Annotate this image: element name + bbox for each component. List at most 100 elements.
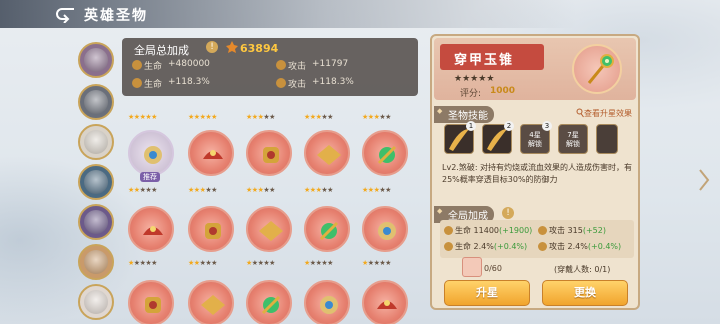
relic-tile[interactable] <box>304 130 350 176</box>
hero-avatar[interactable] <box>78 284 114 320</box>
scepter-icon <box>587 54 614 84</box>
stat-label: 生命 <box>144 62 163 72</box>
skill-level: 1 <box>466 121 476 131</box>
relic-stars: ★★★★★ <box>246 113 275 121</box>
skill-lock-text: 4星 解锁 <box>528 131 542 148</box>
relic-tile[interactable] <box>304 280 350 324</box>
relic-tile[interactable] <box>246 206 292 252</box>
skill-slot[interactable]: 1 <box>444 121 476 154</box>
relic-tile[interactable] <box>362 280 408 324</box>
relic-icon <box>319 221 339 241</box>
relic-icon <box>263 147 279 163</box>
hp-icon <box>132 78 142 88</box>
hp-icon <box>132 60 142 70</box>
attack-icon <box>538 226 547 235</box>
hp-icon <box>444 242 453 251</box>
detail-stat: 攻击 315(+52) <box>549 226 606 235</box>
relic-tile[interactable] <box>128 206 174 252</box>
relic-tile[interactable] <box>188 206 234 252</box>
wearer-count: (穿戴人数: 0/1) <box>554 265 611 274</box>
skill-slot[interactable]: 2 <box>482 121 514 154</box>
relic-stars: ★★★★★ <box>188 259 217 267</box>
back-arrow-icon[interactable] <box>54 5 76 23</box>
page-title: 英雄圣物 <box>84 8 148 24</box>
stat-label: 攻击 <box>288 62 307 72</box>
relic-stars: ★★★★★ <box>362 259 391 267</box>
relic-tile[interactable] <box>188 130 234 176</box>
relic-stars: ★★★★★ <box>304 259 333 267</box>
relic-icon <box>261 295 281 315</box>
relic-tile[interactable] <box>362 130 408 176</box>
skill-slot[interactable] <box>596 124 618 154</box>
stat-label: 攻击 <box>288 80 307 90</box>
info-icon[interactable]: ! <box>206 41 218 53</box>
relic-icon <box>201 295 225 315</box>
relic-stars: ★★★★★ <box>304 113 333 121</box>
hero-avatar[interactable] <box>78 244 114 280</box>
section-title-skills: 圣物技能 <box>434 106 494 123</box>
relic-stars: ★★★★★ <box>454 74 495 84</box>
relic-icon <box>259 221 283 241</box>
relic-stars: ★★★★★ <box>246 186 275 194</box>
skill-slot[interactable]: 4星 解锁 3 <box>520 121 552 154</box>
upgrade-effect-link[interactable]: 查看升星效果 <box>584 108 632 119</box>
relic-stars: ★★★★★ <box>128 259 157 267</box>
relic-icon <box>144 146 162 164</box>
relic-stars: ★★★★★ <box>128 113 157 121</box>
score-label: 评分: <box>460 89 482 99</box>
power-value: 63894 <box>240 42 279 55</box>
hero-avatar[interactable] <box>78 42 114 78</box>
skill-level: 2 <box>504 121 514 131</box>
relic-tile[interactable] <box>246 280 292 324</box>
relic-stars: ★★★★★ <box>128 186 157 194</box>
relic-tile[interactable] <box>362 206 408 252</box>
relic-icon <box>377 300 397 309</box>
replace-button[interactable]: 更换 <box>542 280 628 306</box>
global-bonus-panel: 全局总加成 ! 63894 生命 +480000 攻击 +11797 生命 +1… <box>122 38 418 96</box>
detail-stat: 攻击 2.4%(+0.4%) <box>549 242 622 251</box>
detail-stat: 生命 11400(+1900) <box>455 226 533 235</box>
relic-icon <box>378 222 396 240</box>
skill-level: 3 <box>542 121 552 131</box>
material-icon <box>462 257 482 277</box>
detail-stat: 生命 2.4%(+0.4%) <box>455 242 528 251</box>
relic-stars: ★★★★★ <box>304 186 333 194</box>
hero-avatar[interactable] <box>78 84 114 120</box>
relic-stars: ★★★★★ <box>246 259 275 267</box>
attack-icon <box>276 78 286 88</box>
hero-avatar[interactable] <box>78 164 114 200</box>
stat-value: +118.3% <box>312 77 354 87</box>
relic-stars: ★★★★★ <box>188 113 217 121</box>
stat-value: +480000 <box>168 59 210 69</box>
relic-stars: ★★★★★ <box>362 186 391 194</box>
hero-avatar[interactable] <box>78 204 114 240</box>
skill-lock-text: 7星 解锁 <box>566 131 580 148</box>
relic-portrait <box>572 44 622 94</box>
relic-icon <box>377 145 397 165</box>
relic-tile[interactable] <box>128 130 174 176</box>
skill-description: Lv2.煞破: 对持有灼烧或流血效果的人造成伤害时，有25%概率穿透目标30%的… <box>442 163 633 184</box>
relic-icon <box>320 296 338 314</box>
recommend-badge: 推荐 <box>140 172 160 182</box>
upgrade-star-button[interactable]: 升星 <box>444 280 530 306</box>
skill-slot[interactable]: 7星 解锁 <box>558 124 588 154</box>
relic-tile[interactable] <box>246 130 292 176</box>
relic-icon <box>145 297 161 313</box>
attack-icon <box>538 242 547 251</box>
relic-tile[interactable] <box>128 280 174 324</box>
relic-tile[interactable] <box>304 206 350 252</box>
scroll-arrow-icon[interactable] <box>696 150 712 210</box>
magnifier-icon <box>576 108 584 118</box>
relic-name: 穿甲玉锥 <box>454 53 515 68</box>
material-count: 0/60 <box>484 264 502 273</box>
info-icon[interactable]: ! <box>502 207 514 219</box>
relic-icon <box>203 150 223 159</box>
relic-icon <box>317 145 341 165</box>
stat-value: +118.3% <box>168 77 210 87</box>
hp-icon <box>444 226 453 235</box>
hero-avatar[interactable] <box>78 124 114 160</box>
relic-icon <box>143 226 163 235</box>
relic-stars: ★★★★★ <box>188 186 217 194</box>
relic-tile[interactable] <box>188 280 234 324</box>
power-icon <box>226 41 238 53</box>
